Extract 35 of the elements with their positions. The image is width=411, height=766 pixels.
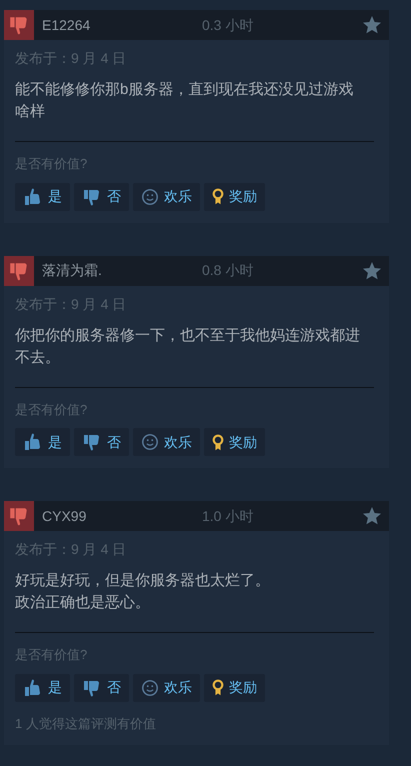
review-text: 你把你的服务器修一下，也不至于我他妈连游戏都进不去。 — [15, 326, 361, 368]
medal-icon — [212, 187, 224, 206]
award-button[interactable]: 奖励 — [204, 182, 265, 210]
yes-button[interactable]: 是 — [15, 674, 70, 702]
medal-icon — [212, 678, 224, 697]
username[interactable]: CYX99 — [42, 506, 202, 526]
medal-icon — [212, 432, 224, 452]
smiley-icon — [141, 433, 159, 451]
funny-button[interactable]: 欢乐 — [133, 674, 200, 702]
review-text: 能不能修修你那b服务器，直到现在我还没见过游戏啥样 — [15, 80, 354, 122]
thumbs-up-icon — [23, 678, 43, 698]
no-button[interactable]: 否 — [74, 428, 129, 456]
smiley-icon — [141, 678, 159, 696]
thumbs-up-icon — [23, 432, 43, 452]
review-text: 政治正确也是恶心。 — [15, 593, 151, 613]
star-icon[interactable] — [362, 260, 382, 280]
playtime: 1.0 小时 — [202, 506, 254, 526]
star-icon[interactable] — [362, 506, 382, 526]
thumbs-up-icon — [23, 186, 43, 206]
review-text: 好玩是好玩，但是你服务器也太烂了。 — [15, 571, 271, 591]
no-button[interactable]: 否 — [74, 182, 129, 210]
no-button[interactable]: 否 — [74, 674, 129, 702]
award-button[interactable]: 奖励 — [204, 674, 265, 702]
username[interactable]: E12264 — [42, 14, 202, 36]
award-button[interactable]: 奖励 — [204, 428, 265, 456]
thumbs-down-icon — [82, 432, 102, 452]
smiley-icon — [141, 188, 159, 206]
playtime: 0.3 小时 — [202, 16, 254, 34]
funny-button[interactable]: 欢乐 — [133, 428, 200, 456]
yes-button[interactable]: 是 — [15, 428, 70, 456]
star-icon[interactable] — [362, 15, 382, 35]
playtime: 0.8 小时 — [202, 261, 254, 280]
username[interactable]: 落清为霜. — [42, 260, 202, 281]
yes-button[interactable]: 是 — [15, 182, 70, 210]
funny-button[interactable]: 欢乐 — [133, 182, 200, 210]
